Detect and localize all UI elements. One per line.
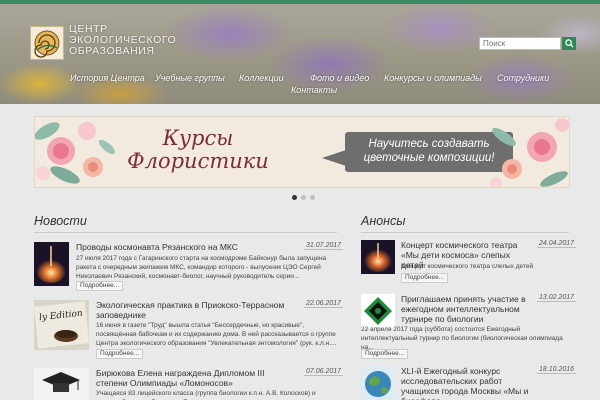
- site-header: Центр экологического образования История…: [0, 4, 600, 104]
- read-more-link[interactable]: Подробнее...: [96, 349, 144, 359]
- news-item: Проводы космонавта Рязанского на МКС 31.…: [34, 242, 344, 292]
- read-more-link[interactable]: Подробнее...: [361, 349, 409, 359]
- biosphere-globe-thumbnail[interactable]: [361, 366, 395, 400]
- announcement-item-summary: 22 апреля 2017 года (суббота) состоится …: [361, 326, 563, 351]
- nav-item-collections[interactable]: Коллекции: [239, 73, 284, 83]
- nav-item-contests[interactable]: Конкурсы и олимпиады: [384, 73, 482, 83]
- announcement-item: Концерт космического театра «Мы дети кос…: [361, 240, 577, 285]
- slider-dot-2[interactable]: [301, 195, 306, 200]
- graduation-cap-thumbnail[interactable]: [34, 368, 89, 400]
- news-item-summary: 16 июня в газете "Труд" вышла статья "Бе…: [96, 322, 337, 347]
- news-item-summary: 27 июля 2017 года с Гагаринского старта …: [76, 255, 327, 280]
- nav-item-staff[interactable]: Сотрудники: [497, 73, 549, 83]
- rocket-launch-thumbnail[interactable]: [34, 242, 69, 286]
- announcement-item-summary: Концерт космического театра слепых детей: [401, 263, 534, 270]
- banner-title: Курсы Флористики: [127, 126, 269, 173]
- slider-pagination: [292, 195, 315, 200]
- announcement-item-title[interactable]: XLI-й Ежегодный конкурс исследовательски…: [401, 366, 533, 400]
- floristry-banner[interactable]: Курсы Флористики Научитесь создавать цве…: [34, 116, 570, 188]
- news-item: Бирюкова Елена награждена Дипломом III с…: [34, 368, 344, 400]
- search-input[interactable]: [479, 37, 561, 50]
- announcement-item-title[interactable]: Приглашаем принять участие в ежегодном и…: [401, 294, 533, 324]
- nav-item-study-groups[interactable]: Учебные группы: [155, 73, 225, 83]
- news-section-title: Новости: [34, 214, 87, 228]
- news-divider: [34, 232, 337, 233]
- announcement-item-date: 13.02.2017: [537, 294, 577, 302]
- search-icon: [564, 39, 574, 48]
- news-item-title[interactable]: Проводы космонавта Рязанского на МКС: [76, 242, 276, 252]
- nav-item-contacts[interactable]: Контакты: [291, 85, 337, 95]
- biology-tournament-thumbnail[interactable]: [361, 294, 395, 328]
- search-button[interactable]: [562, 37, 576, 50]
- announcements-section-title: Анонсы: [361, 214, 406, 228]
- announcement-item-date: 18.10.2016: [537, 366, 577, 374]
- news-item-title[interactable]: Экологическая практика в Приокско-Террас…: [96, 300, 296, 320]
- announcements-divider: [361, 232, 569, 233]
- slider-dot-3[interactable]: [310, 195, 315, 200]
- space-theatre-thumbnail[interactable]: [361, 240, 395, 274]
- news-item: ly Edition Экологическая практика в Прио…: [34, 300, 344, 359]
- news-item-date: 22.06.2017: [304, 300, 344, 308]
- fossil-shell-logo-icon: [34, 30, 60, 58]
- news-item-date: 31.07.2017: [304, 242, 344, 250]
- news-item-title[interactable]: Бирюкова Елена награждена Дипломом III с…: [96, 368, 296, 388]
- news-item-summary: Учащаяся 83 лицейского класса (группа би…: [96, 390, 316, 400]
- flowers-right-decoration: [490, 118, 569, 187]
- announcement-item-date: 24.04.2017: [537, 240, 577, 248]
- slider-dot-1[interactable]: [292, 195, 297, 200]
- site-logo[interactable]: [30, 26, 64, 60]
- nav-item-photo-video[interactable]: Фото и видео: [310, 73, 369, 83]
- site-name[interactable]: Центр экологического образования: [69, 24, 179, 57]
- flowers-left-decoration: [35, 122, 116, 184]
- news-item-date: 07.06.2017: [304, 368, 344, 376]
- nav-item-history[interactable]: История Центра: [70, 73, 145, 83]
- announcement-item: XLI-й Ежегодный конкурс исследовательски…: [361, 366, 577, 400]
- read-more-link[interactable]: Подробнее...: [76, 281, 124, 291]
- speech-bubble-tail: [322, 150, 346, 166]
- newspaper-coffee-thumbnail[interactable]: ly Edition: [34, 300, 89, 350]
- read-more-link[interactable]: Подробнее...: [401, 273, 449, 283]
- announcement-item: Приглашаем принять участие в ежегодном и…: [361, 294, 577, 359]
